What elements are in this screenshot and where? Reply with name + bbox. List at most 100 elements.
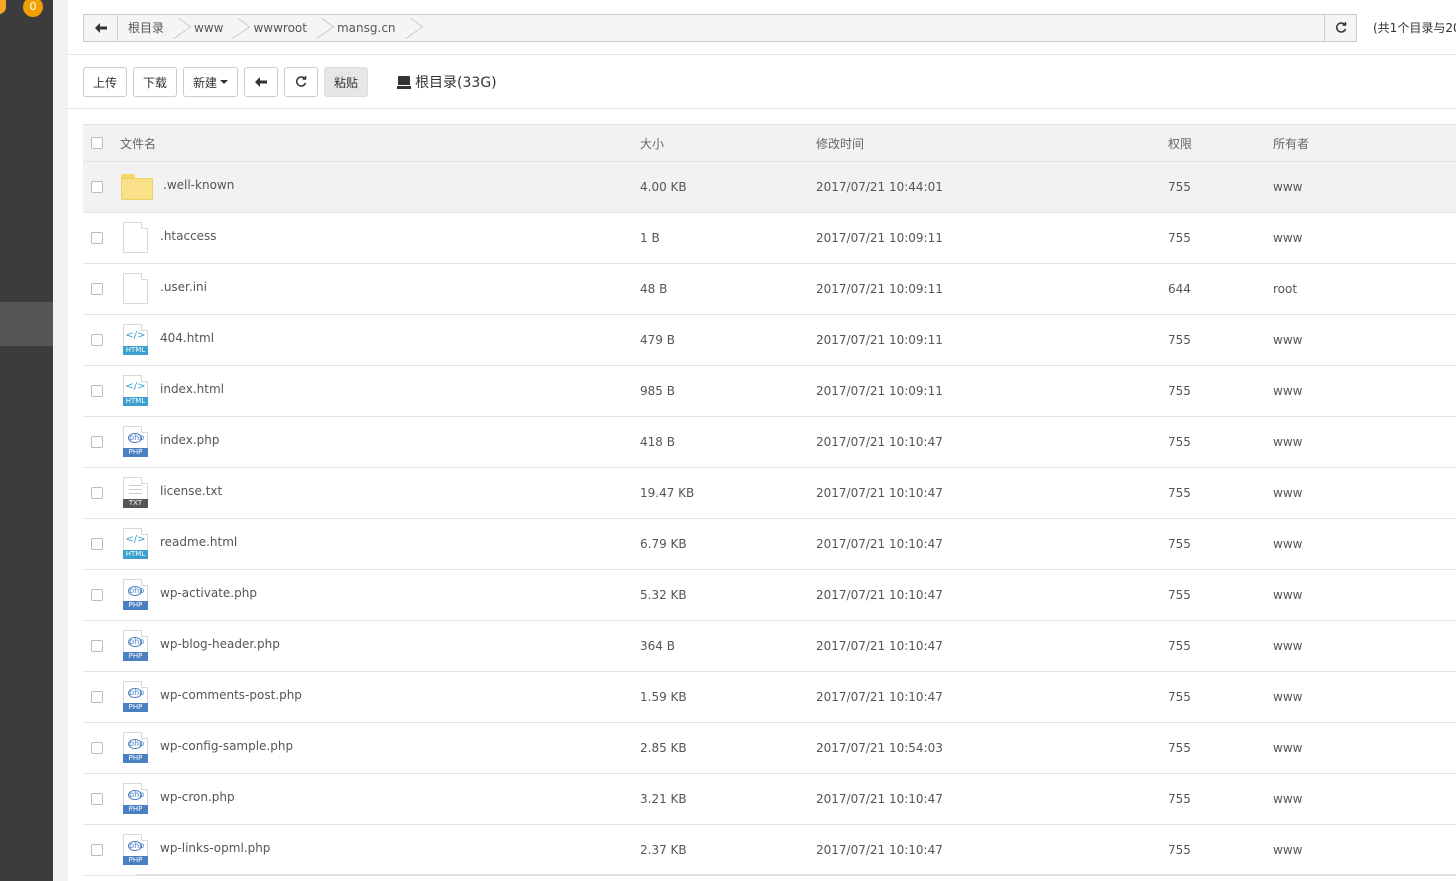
file-permission[interactable]: 755 <box>1168 417 1191 467</box>
row-checkbox[interactable] <box>91 385 103 397</box>
col-mtime[interactable]: 修改时间 <box>816 125 864 161</box>
breadcrumb-item[interactable]: mansg.cn <box>327 15 416 41</box>
table-row[interactable]: php PHP wp-activate.php 5.32 KB 2017/07/21 1… <box>83 570 1456 621</box>
row-checkbox[interactable] <box>91 232 103 244</box>
file-permission[interactable]: 755 <box>1168 468 1191 518</box>
new-dropdown-button[interactable]: 新建 <box>183 67 239 97</box>
paste-button[interactable]: 粘贴 <box>324 67 369 97</box>
file-owner[interactable]: www <box>1273 468 1302 518</box>
refresh-button[interactable] <box>284 67 319 97</box>
file-name[interactable]: wp-config-sample.php <box>160 739 293 753</box>
notification-badge[interactable]: 0 <box>23 0 43 17</box>
table-row[interactable]: .well-known 4.00 KB 2017/07/21 10:44:01 755… <box>83 162 1456 213</box>
file-name[interactable]: index.php <box>160 433 219 447</box>
table-row[interactable]: .user.ini 48 B 2017/07/21 10:09:11 644 root <box>83 264 1456 315</box>
row-checkbox[interactable] <box>91 793 103 805</box>
file-owner[interactable]: www <box>1273 162 1302 212</box>
table-row[interactable]: php PHP wp-links-opml.php 2.37 KB 2017/07/21… <box>83 825 1456 876</box>
file-owner[interactable]: www <box>1273 672 1302 722</box>
path-refresh-button[interactable] <box>1325 14 1357 42</box>
table-row[interactable]: php PHP index.php 418 B 2017/07/21 10:10:47 7… <box>83 417 1456 468</box>
file-permission[interactable]: 755 <box>1168 672 1191 722</box>
file-owner[interactable]: root <box>1273 264 1297 314</box>
download-button[interactable]: 下载 <box>133 67 178 97</box>
file-name[interactable]: license.txt <box>160 484 222 498</box>
file-permission[interactable]: 644 <box>1168 264 1191 314</box>
file-name-cell[interactable]: .htaccess <box>120 213 217 263</box>
file-permission[interactable]: 755 <box>1168 366 1191 416</box>
file-permission[interactable]: 755 <box>1168 774 1191 824</box>
file-name-cell[interactable]: php PHP wp-activate.php <box>120 570 257 620</box>
select-all-checkbox[interactable] <box>91 137 103 149</box>
file-name[interactable]: .well-known <box>163 178 234 192</box>
row-checkbox[interactable] <box>91 181 103 193</box>
file-name[interactable]: index.html <box>160 382 224 396</box>
file-name[interactable]: readme.html <box>160 535 237 549</box>
file-name[interactable]: wp-blog-header.php <box>160 637 280 651</box>
file-name-cell[interactable]: TXT license.txt <box>120 468 222 518</box>
sidebar-item-active[interactable] <box>0 302 53 346</box>
upload-button[interactable]: 上传 <box>83 67 128 97</box>
file-owner[interactable]: www <box>1273 315 1302 365</box>
file-name[interactable]: wp-activate.php <box>160 586 257 600</box>
col-size[interactable]: 大小 <box>640 125 664 161</box>
file-permission[interactable]: 755 <box>1168 213 1191 263</box>
table-row[interactable]: php PHP wp-comments-post.php 1.59 KB 2017/07… <box>83 672 1456 723</box>
file-name-cell[interactable]: php PHP wp-comments-post.php <box>120 672 302 722</box>
file-owner[interactable]: www <box>1273 213 1302 263</box>
row-checkbox[interactable] <box>91 538 103 550</box>
file-name-cell[interactable]: </> HTML readme.html <box>120 519 237 569</box>
file-name[interactable]: .htaccess <box>160 229 217 243</box>
table-row[interactable]: TXT license.txt 19.47 KB 2017/07/21 10:10:4… <box>83 468 1456 519</box>
row-checkbox[interactable] <box>91 844 103 856</box>
row-checkbox[interactable] <box>91 589 103 601</box>
file-name[interactable]: wp-cron.php <box>160 790 235 804</box>
file-name-cell[interactable]: php PHP wp-blog-header.php <box>120 621 280 671</box>
file-name-cell[interactable]: php PHP index.php <box>120 417 219 467</box>
row-checkbox[interactable] <box>91 742 103 754</box>
file-owner[interactable]: www <box>1273 570 1302 620</box>
breadcrumb-item[interactable]: wwwroot <box>243 15 327 41</box>
file-owner[interactable]: www <box>1273 825 1302 875</box>
file-owner[interactable]: www <box>1273 723 1302 773</box>
file-name-cell[interactable]: php PHP wp-links-opml.php <box>120 825 270 875</box>
row-checkbox[interactable] <box>91 640 103 652</box>
file-name-cell[interactable]: php PHP wp-cron.php <box>120 774 235 824</box>
file-name[interactable]: 404.html <box>160 331 214 345</box>
row-checkbox[interactable] <box>91 691 103 703</box>
table-row[interactable]: .htaccess 1 B 2017/07/21 10:09:11 755 www <box>83 213 1456 264</box>
file-name-cell[interactable]: .well-known <box>120 162 234 212</box>
file-permission[interactable]: 755 <box>1168 315 1191 365</box>
breadcrumb-item[interactable]: 根目录 <box>118 15 184 41</box>
row-checkbox[interactable] <box>91 436 103 448</box>
table-row[interactable]: php PHP wp-cron.php 3.21 KB 2017/07/21 10:10… <box>83 774 1456 825</box>
file-name[interactable]: .user.ini <box>160 280 207 294</box>
file-name-cell[interactable]: .user.ini <box>120 264 207 314</box>
file-name[interactable]: wp-comments-post.php <box>160 688 302 702</box>
path-back-button[interactable] <box>84 15 118 41</box>
row-checkbox[interactable] <box>91 334 103 346</box>
col-owner[interactable]: 所有者 <box>1273 125 1309 161</box>
file-permission[interactable]: 755 <box>1168 570 1191 620</box>
file-owner[interactable]: www <box>1273 417 1302 467</box>
col-perm[interactable]: 权限 <box>1168 125 1192 161</box>
breadcrumb-item[interactable]: www <box>184 15 243 41</box>
file-permission[interactable]: 755 <box>1168 519 1191 569</box>
col-name[interactable]: 文件名 <box>120 125 156 161</box>
file-name-cell[interactable]: </> HTML 404.html <box>120 315 214 365</box>
file-owner[interactable]: www <box>1273 519 1302 569</box>
table-row[interactable]: </> HTML 404.html 479 B 2017/07/21 10:09:11 7… <box>83 315 1456 366</box>
file-owner[interactable]: www <box>1273 621 1302 671</box>
table-row[interactable]: </> HTML readme.html 6.79 KB 2017/07/21 10:1… <box>83 519 1456 570</box>
row-checkbox[interactable] <box>91 487 103 499</box>
table-row[interactable]: php PHP wp-blog-header.php 364 B 2017/07/21 … <box>83 621 1456 672</box>
table-row[interactable]: </> HTML index.html 985 B 2017/07/21 10:09:1… <box>83 366 1456 417</box>
file-permission[interactable]: 755 <box>1168 825 1191 875</box>
file-permission[interactable]: 755 <box>1168 723 1191 773</box>
table-row[interactable]: php PHP wp-config-sample.php 2.85 KB 2017/07… <box>83 723 1456 774</box>
disk-root-link[interactable]: 根目录(33G) <box>397 72 497 92</box>
file-name-cell[interactable]: </> HTML index.html <box>120 366 224 416</box>
row-checkbox[interactable] <box>91 283 103 295</box>
file-owner[interactable]: www <box>1273 774 1302 824</box>
file-permission[interactable]: 755 <box>1168 162 1191 212</box>
